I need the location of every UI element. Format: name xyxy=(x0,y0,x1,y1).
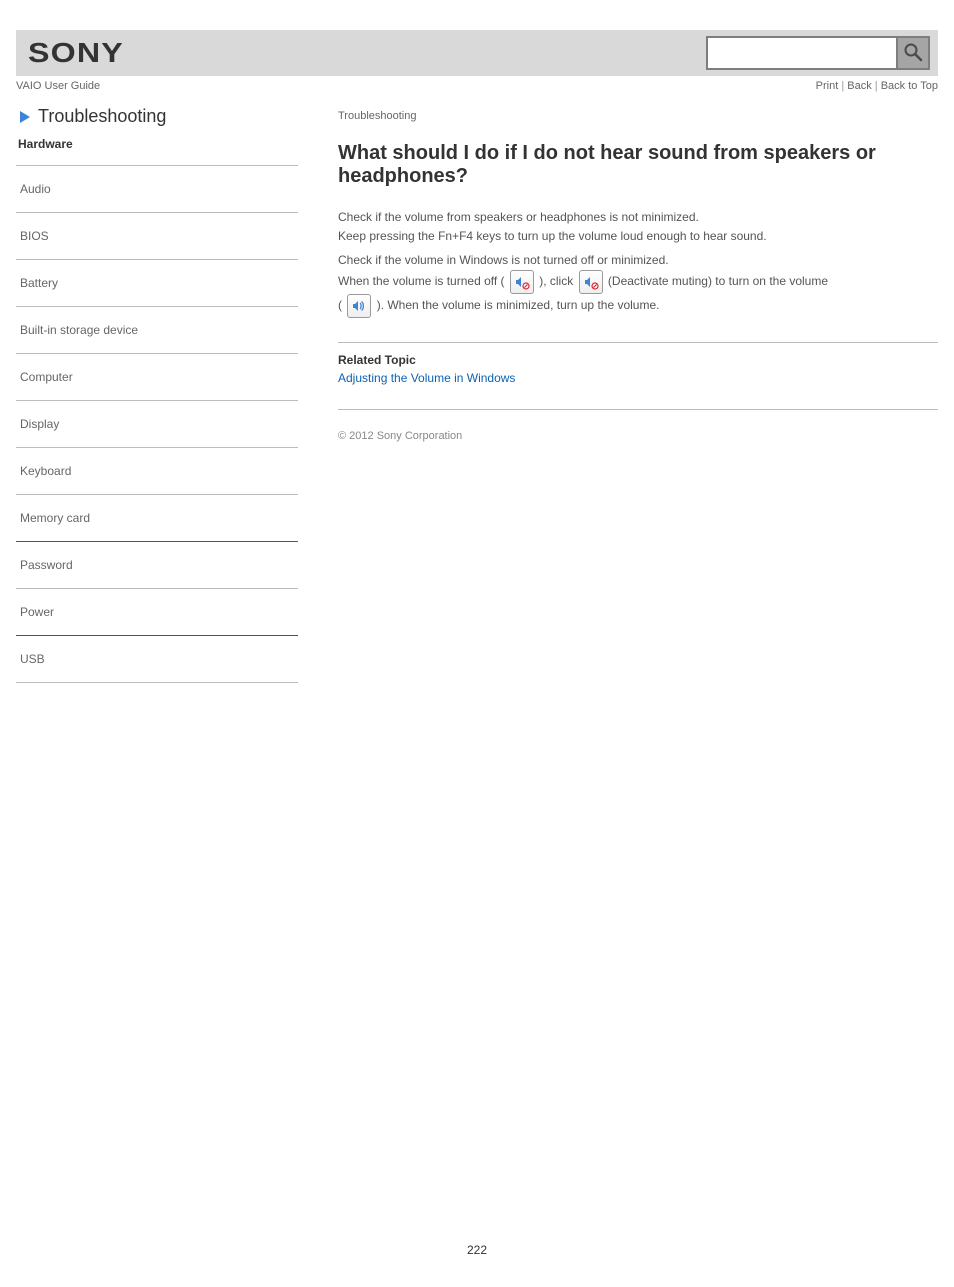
sidebar-item-storage[interactable]: Built-in storage device xyxy=(16,307,298,354)
search-button[interactable] xyxy=(896,36,930,70)
sidebar-item-memorycard[interactable]: Memory card xyxy=(16,495,298,542)
page-title: What should I do if I do not hear sound … xyxy=(338,142,938,188)
sidebar-list: Audio BIOS Battery Built-in storage devi… xyxy=(16,165,298,683)
para2-line1: Check if the volume in Windows is not tu… xyxy=(338,253,669,267)
back-link[interactable]: Back xyxy=(847,80,871,92)
guide-link[interactable]: VAIO User Guide xyxy=(16,80,100,92)
print-link[interactable]: Print xyxy=(816,80,839,92)
brand-logo: SONY xyxy=(28,37,124,69)
volume-on-icon xyxy=(347,294,371,318)
sidebar-item-keyboard[interactable]: Keyboard xyxy=(16,448,298,495)
para2a: When the volume is turned off ( xyxy=(338,274,505,288)
page-number: 222 xyxy=(0,1243,954,1257)
top-link[interactable]: Back to Top xyxy=(881,80,938,92)
paragraph-2: Check if the volume in Windows is not tu… xyxy=(338,251,938,318)
paragraph-1: Check if the volume from speakers or hea… xyxy=(338,208,938,245)
sidebar-subtitle: Hardware xyxy=(18,137,298,151)
sidebar-item-display[interactable]: Display xyxy=(16,401,298,448)
para2c: (Deactivate muting) to turn on the volum… xyxy=(608,274,828,288)
sidebar-item-battery[interactable]: Battery xyxy=(16,260,298,307)
volume-muted-icon xyxy=(510,270,534,294)
divider xyxy=(338,409,938,410)
para2d: ( xyxy=(338,298,342,312)
header-bar: SONY xyxy=(16,30,938,76)
sidebar: Troubleshooting Hardware Audio BIOS Batt… xyxy=(16,106,298,683)
search-group xyxy=(706,36,930,70)
search-icon xyxy=(903,42,923,65)
divider xyxy=(338,342,938,343)
header-meta-row: VAIO User Guide Print | Back | Back to T… xyxy=(16,80,938,92)
volume-unmute-icon xyxy=(579,270,603,294)
sidebar-item-computer[interactable]: Computer xyxy=(16,354,298,401)
related-topic-title: Related Topic xyxy=(338,353,938,367)
sidebar-item-audio[interactable]: Audio xyxy=(16,166,298,213)
sidebar-title: Troubleshooting xyxy=(38,106,166,127)
search-input[interactable] xyxy=(706,36,896,70)
para2e: ). When the volume is minimized, turn up… xyxy=(377,298,660,312)
breadcrumb[interactable]: Troubleshooting xyxy=(338,110,938,122)
para2b: ), click xyxy=(539,274,576,288)
copyright: © 2012 Sony Corporation xyxy=(338,430,938,442)
para1-line2: Keep pressing the Fn+F4 keys to turn up … xyxy=(338,229,767,243)
main-content: Troubleshooting What should I do if I do… xyxy=(338,106,938,683)
para1-line1: Check if the volume from speakers or hea… xyxy=(338,210,699,224)
sidebar-item-password[interactable]: Password xyxy=(16,542,298,589)
chevron-right-icon xyxy=(20,111,30,123)
sidebar-item-power[interactable]: Power xyxy=(16,589,298,636)
sidebar-item-usb[interactable]: USB xyxy=(16,636,298,683)
related-link[interactable]: Adjusting the Volume in Windows xyxy=(338,371,515,385)
sidebar-item-bios[interactable]: BIOS xyxy=(16,213,298,260)
